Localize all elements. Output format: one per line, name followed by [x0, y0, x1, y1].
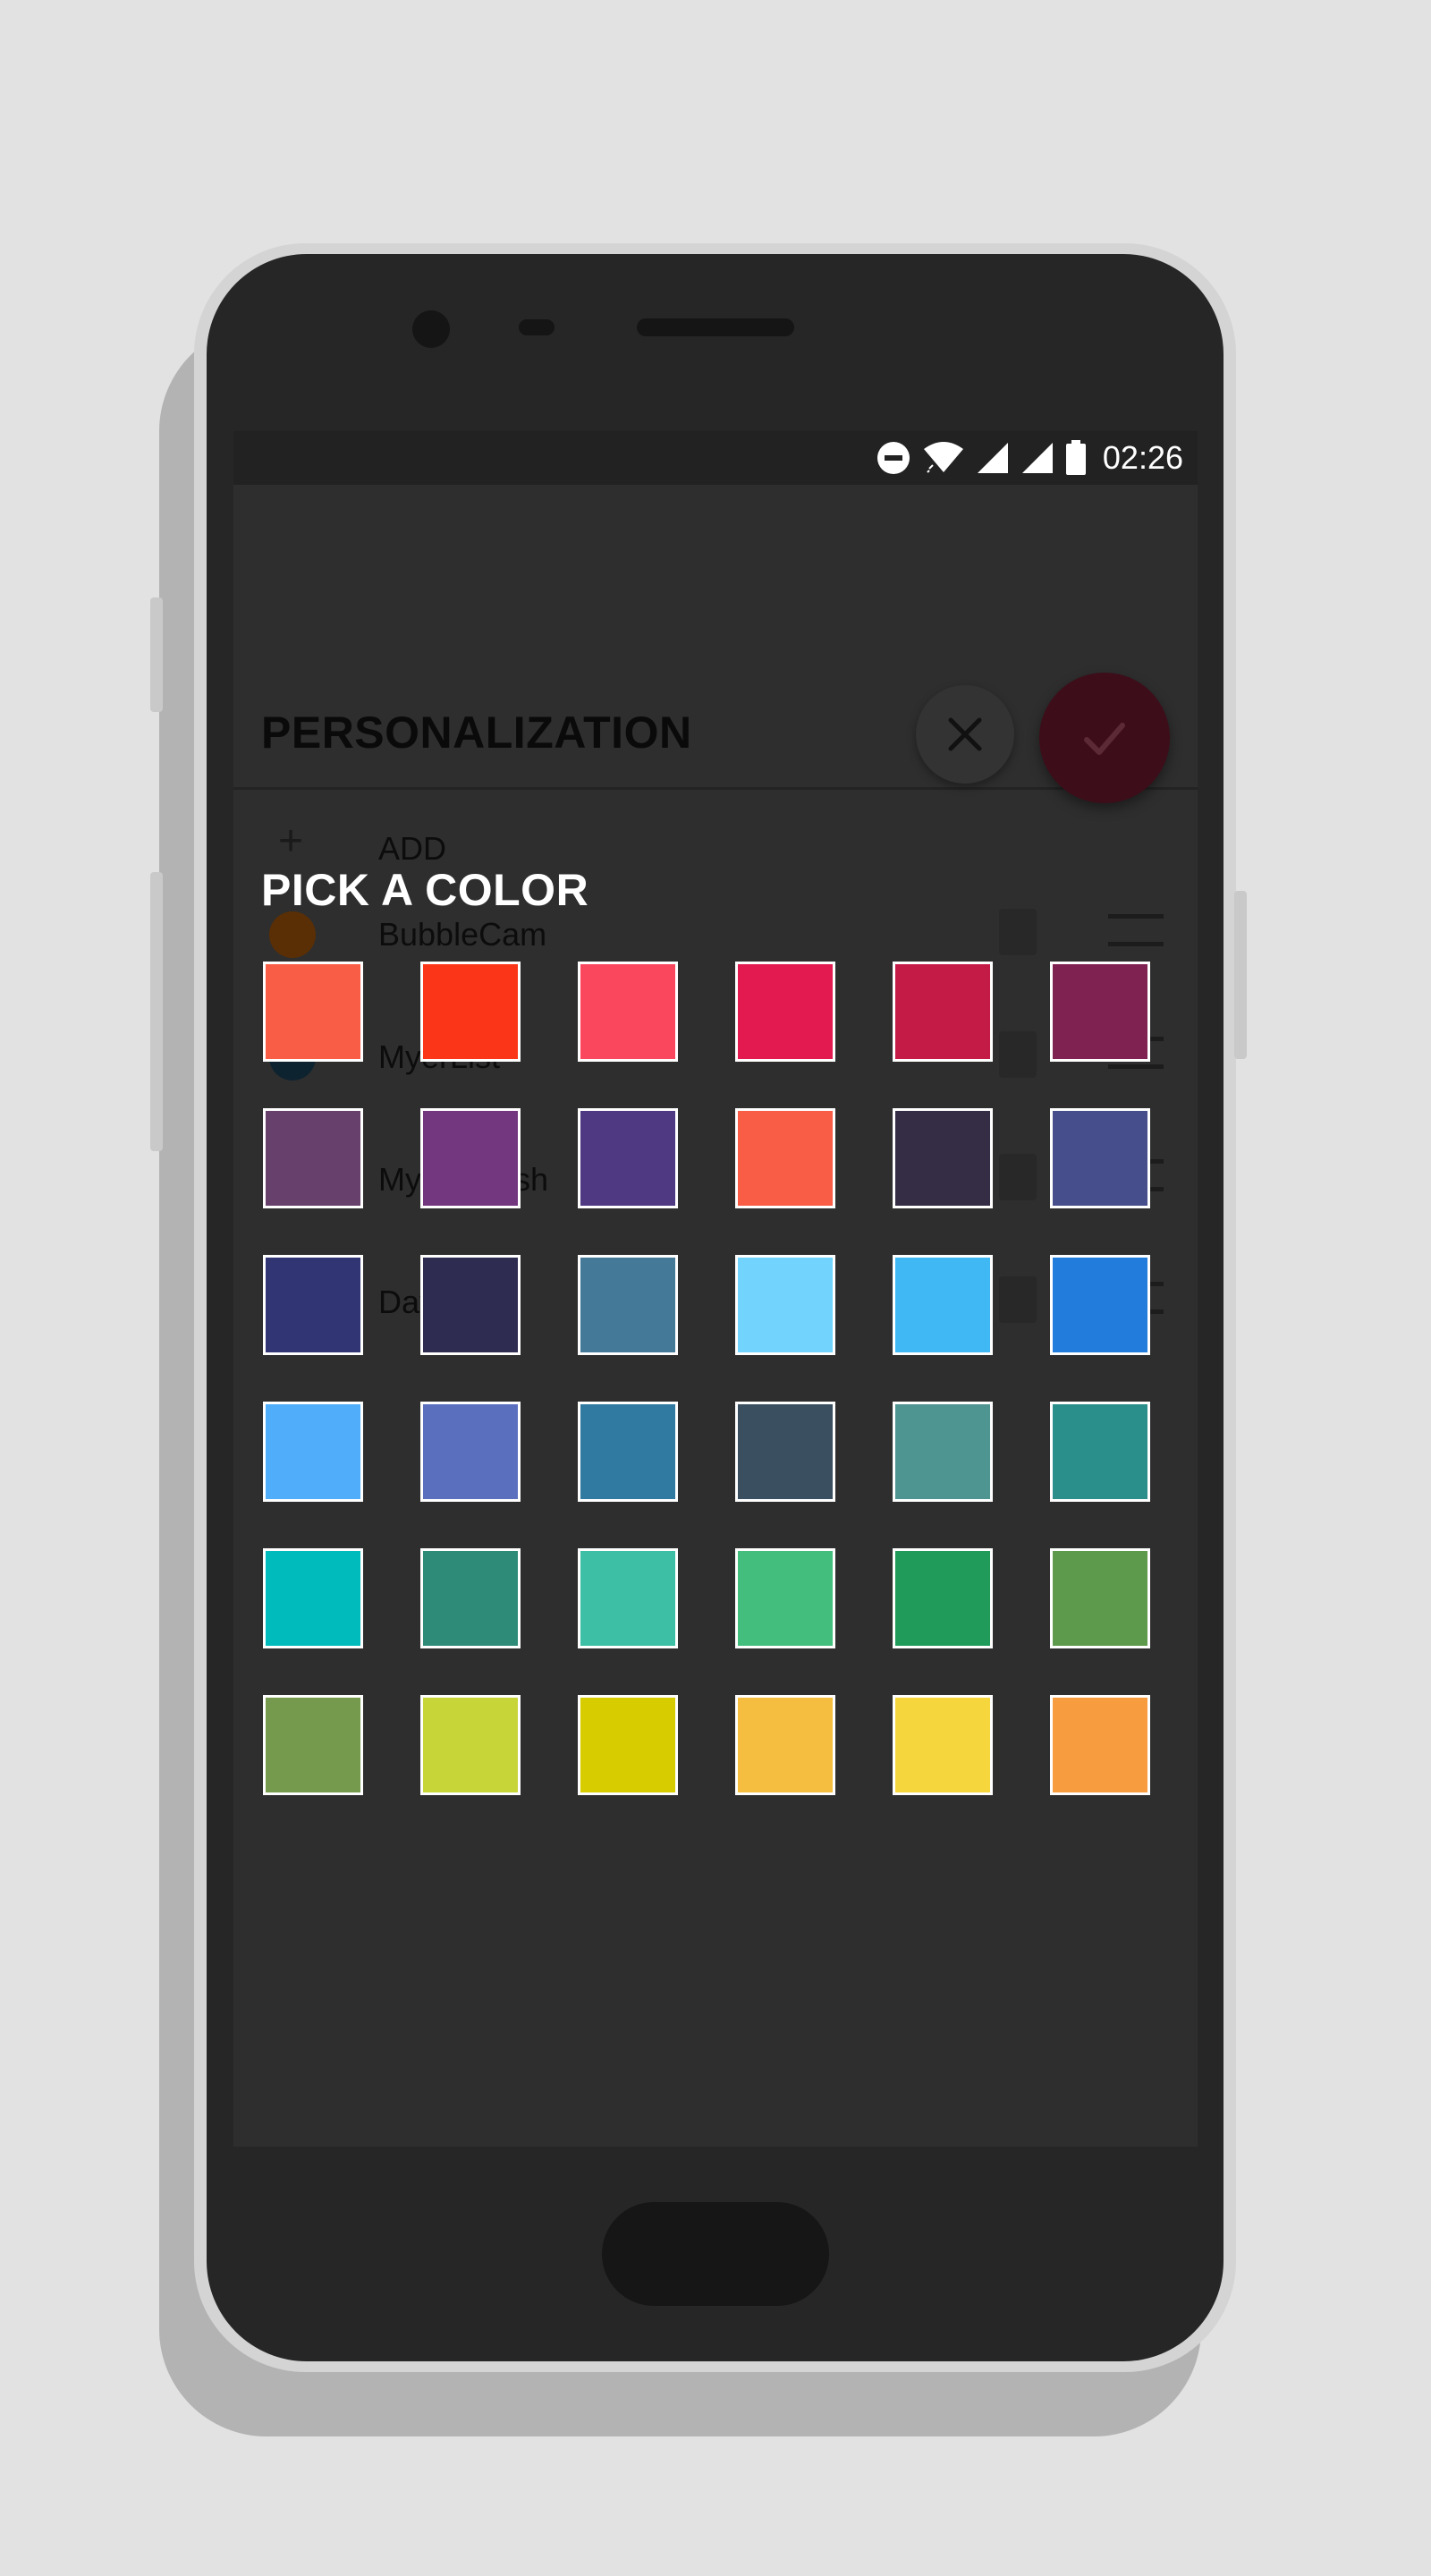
color-swatch[interactable] [578, 1108, 678, 1208]
screen: 02:26 PERSONALIZATION + ADD BubbleCam My… [233, 431, 1198, 2147]
color-swatch[interactable] [578, 962, 678, 1062]
battery-icon [1065, 440, 1086, 475]
color-swatch[interactable] [263, 1695, 363, 1795]
check-icon [1084, 723, 1125, 755]
color-swatch[interactable] [578, 1255, 678, 1355]
color-swatch[interactable] [1050, 1402, 1150, 1502]
status-time: 02:26 [1102, 439, 1183, 476]
color-swatch[interactable] [735, 1255, 835, 1355]
add-label: ADD [378, 830, 447, 867]
color-swatch[interactable] [735, 1548, 835, 1648]
color-swatch[interactable] [735, 1108, 835, 1208]
do-not-disturb-icon [876, 442, 910, 474]
color-swatch[interactable] [1050, 1548, 1150, 1648]
page-title: PERSONALIZATION [261, 708, 692, 758]
trash-icon [999, 909, 1037, 955]
color-swatch[interactable] [263, 1255, 363, 1355]
color-swatch[interactable] [263, 962, 363, 1062]
color-swatch[interactable] [893, 962, 993, 1062]
proximity-sensor [519, 319, 555, 335]
color-swatch[interactable] [578, 1695, 678, 1795]
list-item-label: BubbleCam [378, 916, 547, 953]
status-bar: 02:26 [233, 431, 1198, 485]
status-icons: 02:26 [876, 431, 1183, 485]
cell-signal-icon [1021, 443, 1053, 473]
front-camera [412, 310, 450, 348]
color-swatch[interactable] [263, 1108, 363, 1208]
personalization-page: PERSONALIZATION + ADD BubbleCam MyerList… [233, 485, 1198, 2147]
volume-down-button [150, 872, 163, 1151]
color-swatch[interactable] [893, 1695, 993, 1795]
color-swatch[interactable] [893, 1255, 993, 1355]
color-swatch[interactable] [420, 1695, 521, 1795]
cancel-button[interactable] [916, 685, 1014, 784]
home-button[interactable] [602, 2202, 829, 2306]
color-swatch[interactable] [735, 1402, 835, 1502]
add-icon: + [278, 818, 304, 865]
color-swatch[interactable] [578, 1402, 678, 1502]
wifi-icon [923, 442, 963, 473]
drag-handle-icon [1108, 914, 1164, 946]
color-swatch[interactable] [420, 1548, 521, 1648]
earpiece-speaker [637, 318, 794, 336]
color-swatch[interactable] [1050, 1695, 1150, 1795]
color-swatch[interactable] [1050, 1108, 1150, 1208]
color-swatch[interactable] [735, 1695, 835, 1795]
color-swatch[interactable] [263, 1548, 363, 1648]
color-swatch[interactable] [735, 962, 835, 1062]
confirm-button[interactable] [1039, 673, 1170, 803]
color-swatch[interactable] [893, 1402, 993, 1502]
divider [233, 787, 1198, 790]
app-color-dot [269, 911, 316, 958]
color-swatch[interactable] [1050, 1255, 1150, 1355]
color-swatch[interactable] [420, 1108, 521, 1208]
color-swatch[interactable] [578, 1548, 678, 1648]
cell-signal-icon [977, 443, 1008, 473]
color-swatch[interactable] [420, 962, 521, 1062]
power-button [1234, 891, 1247, 1059]
color-swatch[interactable] [420, 1402, 521, 1502]
color-swatch[interactable] [1050, 962, 1150, 1062]
color-swatch[interactable] [420, 1255, 521, 1355]
close-icon [948, 717, 982, 751]
color-swatch[interactable] [893, 1548, 993, 1648]
color-swatch-grid [263, 962, 1159, 1795]
volume-up-button [150, 597, 163, 712]
dialog-title: PICK A COLOR [261, 865, 589, 915]
color-swatch[interactable] [893, 1108, 993, 1208]
color-swatch[interactable] [263, 1402, 363, 1502]
